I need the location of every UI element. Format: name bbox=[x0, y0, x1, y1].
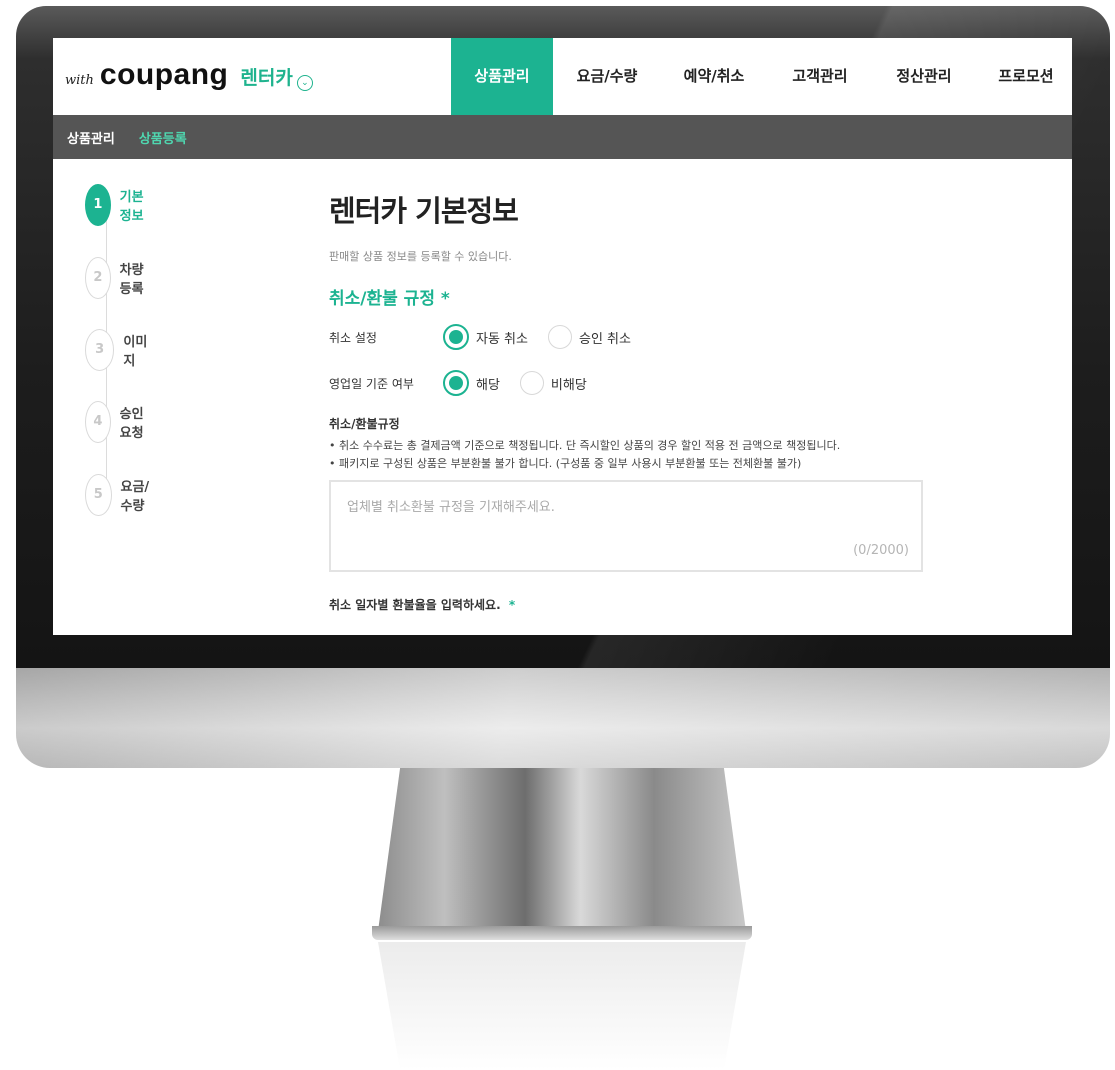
nav-item-promotion[interactable]: 프로모션 bbox=[975, 38, 1072, 115]
top-bar: with coupang 렌터카 ⌄ 상품관리 요금/수량 예약/취소 고객관리… bbox=[53, 38, 1072, 115]
step-number: 1 bbox=[85, 184, 111, 226]
page-description: 판매할 상품 정보를 등록할 수 있습니다. bbox=[329, 250, 512, 263]
refund-rate-text: 취소 일자별 환불율을 입력하세요. bbox=[329, 598, 501, 612]
refund-rate-label: 취소 일자별 환불율을 입력하세요. * bbox=[329, 596, 1049, 613]
required-mark: * bbox=[440, 289, 450, 309]
policy-note-1: • 취소 수수료는 총 결제금액 기준으로 책정됩니다. 단 즉시할인 상품의 … bbox=[329, 439, 841, 452]
radio-label: 승인 취소 bbox=[578, 331, 631, 347]
step-number: 4 bbox=[85, 401, 111, 443]
step-label: 요금/수량 bbox=[120, 480, 150, 514]
step-label: 이미지 bbox=[123, 335, 148, 369]
chevron-down-icon[interactable]: ⌄ bbox=[296, 75, 313, 91]
radio-unchecked-icon[interactable] bbox=[547, 325, 572, 349]
brand-name: coupang bbox=[99, 58, 229, 91]
step-basic-info[interactable]: 1 기본정보 bbox=[85, 183, 148, 227]
cancel-setting-label: 취소 설정 bbox=[329, 330, 377, 345]
step-label: 승인요청 bbox=[119, 407, 144, 441]
main-nav: 상품관리 요금/수량 예약/취소 고객관리 정산관리 프로모션 bbox=[451, 38, 1072, 115]
step-image[interactable]: 3 이미지 bbox=[85, 328, 148, 372]
char-count: (0/2000) bbox=[853, 543, 909, 558]
sub-nav: 상품관리 상품등록 bbox=[53, 115, 1072, 159]
radio-checked-icon[interactable] bbox=[443, 370, 469, 396]
nav-item-product[interactable]: 상품관리 bbox=[451, 38, 553, 115]
nav-item-price[interactable]: 요금/수량 bbox=[553, 38, 661, 115]
brand-logo[interactable]: with coupang 렌터카 ⌄ bbox=[65, 58, 313, 92]
radio-label: 해당 bbox=[476, 377, 500, 393]
monitor-chin bbox=[16, 668, 1110, 768]
main-content: 렌터카 기본정보 판매할 상품 정보를 등록할 수 있습니다. 취소/환불 규정… bbox=[329, 188, 1049, 613]
step-label: 차량등록 bbox=[119, 263, 144, 297]
stand-reflection bbox=[378, 942, 746, 1070]
monitor-stand bbox=[378, 768, 746, 932]
step-approval[interactable]: 4 승인요청 bbox=[85, 400, 148, 444]
radio-unchecked-icon[interactable] bbox=[519, 371, 544, 395]
step-number: 5 bbox=[85, 474, 112, 516]
radio-checked-icon[interactable] bbox=[443, 324, 469, 350]
screen: with coupang 렌터카 ⌄ 상품관리 요금/수량 예약/취소 고객관리… bbox=[53, 38, 1072, 635]
cancel-setting-row: 취소 설정 자동 취소 승인 취소 bbox=[329, 319, 1049, 355]
policy-title: 취소/환불규정 bbox=[329, 417, 400, 431]
radio-label: 자동 취소 bbox=[476, 331, 528, 347]
step-number: 2 bbox=[85, 257, 111, 299]
policy-note-2: • 패키지로 구성된 상품은 부분환불 불가 합니다. (구성품 중 일부 사용… bbox=[329, 457, 802, 470]
step-number: 3 bbox=[85, 329, 115, 371]
radio-applicable[interactable]: 해당 bbox=[443, 370, 500, 396]
page-title: 렌터카 기본정보 bbox=[329, 194, 519, 228]
radio-approval-cancel[interactable]: 승인 취소 bbox=[547, 325, 631, 349]
brand-service: 렌터카 bbox=[240, 67, 293, 89]
subnav-section[interactable]: 상품관리 bbox=[67, 128, 115, 147]
business-day-label: 영업일 기준 여부 bbox=[329, 376, 414, 391]
step-price[interactable]: 5 요금/수량 bbox=[85, 473, 153, 517]
radio-not-applicable[interactable]: 비해당 bbox=[519, 371, 587, 395]
monitor-stand-base bbox=[372, 926, 752, 940]
radio-label: 비해당 bbox=[550, 377, 587, 393]
brand-with: with bbox=[65, 73, 94, 88]
step-label: 기본정보 bbox=[119, 190, 144, 224]
required-mark: * bbox=[508, 598, 516, 612]
nav-item-reservation[interactable]: 예약/취소 bbox=[661, 38, 767, 115]
nav-item-settlement[interactable]: 정산관리 bbox=[873, 38, 975, 115]
business-day-row: 영업일 기준 여부 해당 비해당 bbox=[329, 365, 1049, 401]
radio-auto-cancel[interactable]: 자동 취소 bbox=[443, 324, 528, 350]
section-title-text: 취소/환불 규정 bbox=[329, 289, 435, 309]
step-vehicle[interactable]: 2 차량등록 bbox=[85, 256, 148, 300]
subnav-current[interactable]: 상품등록 bbox=[139, 128, 187, 147]
nav-item-customer[interactable]: 고객관리 bbox=[767, 38, 873, 115]
chin-shade bbox=[16, 668, 1110, 768]
policy-textarea[interactable] bbox=[331, 482, 921, 570]
section-title: 취소/환불 규정 * bbox=[329, 284, 1049, 309]
policy-textarea-box: (0/2000) bbox=[329, 480, 923, 572]
